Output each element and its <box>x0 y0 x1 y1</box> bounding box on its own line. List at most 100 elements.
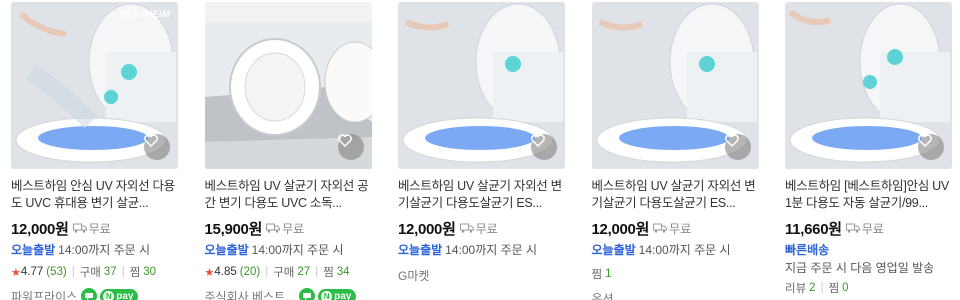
zzim-count: 1 <box>605 268 612 280</box>
product-stats: ★ 4.85 (20) | 구매 27 | 찜 34 <box>205 264 399 280</box>
talk-icon[interactable] <box>299 288 316 300</box>
product-card[interactable]: 베스트하임 UV 살균기 자외선 공간 변기 다용도 UVC 소독... 15,… <box>204 2 399 300</box>
shipping-label: 무료 <box>861 221 884 236</box>
zzim-count: 0 <box>842 282 849 294</box>
zzim-label: 찜 <box>323 267 334 279</box>
seller-row: 파워프라이스 Npay <box>11 287 205 300</box>
heart-icon <box>724 134 739 147</box>
product-image[interactable] <box>204 2 372 169</box>
product-price: 12,000원 <box>398 220 456 238</box>
delivery-desc: 지금 주문 시 다음 영업일 발송 <box>785 261 935 275</box>
seller-name[interactable]: G마켓 <box>398 267 429 284</box>
npay-icon: Npay <box>100 288 139 300</box>
product-image[interactable] <box>591 2 759 169</box>
shipping-label: 무료 <box>88 221 111 236</box>
zzim-label: 찜 <box>591 269 603 281</box>
zzim-button[interactable] <box>337 134 364 160</box>
product-price: 12,000원 <box>11 220 69 238</box>
product-stats: ★ 4.77 (53) | 구매 37 | 찜 30 <box>11 264 205 280</box>
product-card[interactable]: 베스트하임 UV 살균기 자외선 변기살균기 다용도살균기 ES... 12,0… <box>591 2 786 300</box>
zzim-count: 34 <box>336 266 350 278</box>
product-image[interactable] <box>398 2 565 169</box>
review-count: 2 <box>809 282 816 294</box>
zzim-count: 30 <box>143 266 157 278</box>
rating-count: (20) <box>239 266 261 278</box>
product-title[interactable]: 베스트하임 UV 살균기 자외선 변기살균기 다용도살균기 ES... <box>592 178 759 212</box>
product-stats: 찜1 <box>592 266 786 282</box>
npay-icon: Npay <box>318 288 357 300</box>
talk-icon[interactable] <box>81 288 98 300</box>
brand-watermark: BESTHEIM <box>119 9 170 19</box>
delivery-tag: 오늘출발 <box>204 243 249 257</box>
delivery-tag: 오늘출발 <box>591 243 636 257</box>
delivery-info: 오늘출발 14:00까지 주문 시 <box>592 241 786 257</box>
product-card[interactable]: 베스트하임 UV 살균기 자외선 변기살균기 다용도살균기 ES... 12,0… <box>398 2 592 300</box>
product-title[interactable]: 베스트하임 UV 살균기 자외선 변기살균기 다용도살균기 ES... <box>398 178 565 212</box>
heart-icon <box>918 134 932 147</box>
product-stats: 리뷰 2 | 찜0 <box>785 280 960 296</box>
shipping-info: 무료 <box>459 220 498 237</box>
seller-row: 옥션 <box>592 289 786 300</box>
divider: | <box>315 266 319 278</box>
price-row: 11,660원 무료 <box>785 219 960 238</box>
zzim-button[interactable] <box>531 134 557 160</box>
delivery-desc: 14:00까지 주문 시 <box>638 243 731 257</box>
product-title[interactable]: 베스트하임 UV 살균기 자외선 공간 변기 다용도 UVC 소독... <box>205 178 372 212</box>
product-card[interactable]: 베스트하임 [베스트하임]안심 UV 1분 다용도 자동 살균기/99... 1… <box>785 2 960 300</box>
heart-icon <box>144 134 158 147</box>
price-row: 12,000원 무료 <box>11 219 205 238</box>
zzim-button[interactable] <box>918 134 944 160</box>
product-price: 15,900원 <box>204 220 263 238</box>
delivery-desc: 14:00까지 주문 시 <box>445 243 538 257</box>
shipping-info: 무료 <box>653 220 691 237</box>
purchase-label: 구매 <box>79 267 101 279</box>
product-title[interactable]: 베스트하임 [베스트하임]안심 UV 1분 다용도 자동 살균기/99... <box>785 178 952 212</box>
product-grid: BESTHEIM 베스트하임 안심 UV 자외선 다용도 UVC 휴대용 변기 … <box>11 2 960 300</box>
purchase-label: 구매 <box>273 267 295 279</box>
delivery-info: 빠른배송 <box>785 241 960 257</box>
truck-icon <box>653 223 668 233</box>
delivery-info: 오늘출발 14:00까지 주문 시 <box>205 241 399 257</box>
seller-row: G마켓 <box>398 266 592 284</box>
product-title[interactable]: 베스트하임 안심 UV 자외선 다용도 UVC 휴대용 변기 살균... <box>11 178 178 212</box>
product-image[interactable] <box>785 2 952 169</box>
review-label: 리뷰 <box>785 283 807 295</box>
product-image[interactable]: BESTHEIM <box>11 2 178 169</box>
heart-icon <box>337 134 352 147</box>
npay-label: pay <box>116 290 134 300</box>
truck-icon <box>266 223 281 233</box>
delivery-info: 오늘출발 14:00까지 주문 시 <box>398 241 592 257</box>
delivery-desc: 14:00까지 주문 시 <box>58 243 151 257</box>
divider: | <box>71 266 75 278</box>
delivery-info: 오늘출발 14:00까지 주문 시 <box>11 241 205 257</box>
zzim-label: 찜 <box>129 267 141 279</box>
star-icon: ★ <box>204 266 215 279</box>
product-price: 12,000원 <box>591 220 650 238</box>
divider: | <box>121 266 125 278</box>
npay-label: pay <box>334 290 352 300</box>
shipping-info: 무료 <box>72 220 111 237</box>
shipping-info: 무료 <box>845 220 884 237</box>
seller-name[interactable]: 옥션 <box>592 290 614 300</box>
heart-icon <box>531 134 545 147</box>
shipping-info: 무료 <box>266 220 304 237</box>
shipping-label: 무료 <box>669 221 692 236</box>
product-price: 11,660원 <box>785 220 842 238</box>
delivery-tag: 빠른배송 <box>785 243 830 257</box>
zzim-button[interactable] <box>144 134 170 160</box>
product-card[interactable]: BESTHEIM 베스트하임 안심 UV 자외선 다용도 UVC 휴대용 변기 … <box>11 2 205 300</box>
rating-value: 4.77 <box>20 266 44 278</box>
divider: | <box>820 282 824 294</box>
seller-name[interactable]: 파워프라이스 <box>11 288 77 300</box>
rating-value: 4.85 <box>214 266 237 278</box>
seller-name[interactable]: 주식회사 베스트... <box>205 288 296 300</box>
star-icon: ★ <box>11 266 21 279</box>
truck-icon <box>459 223 474 233</box>
purchase-count: 37 <box>103 266 117 278</box>
zzim-button[interactable] <box>724 134 751 160</box>
delivery-desc: 14:00까지 주문 시 <box>251 243 344 257</box>
price-row: 12,000원 무료 <box>398 219 592 238</box>
shipping-label: 무료 <box>475 221 498 236</box>
price-row: 15,900원 무료 <box>204 219 399 238</box>
truck-icon <box>72 223 87 233</box>
